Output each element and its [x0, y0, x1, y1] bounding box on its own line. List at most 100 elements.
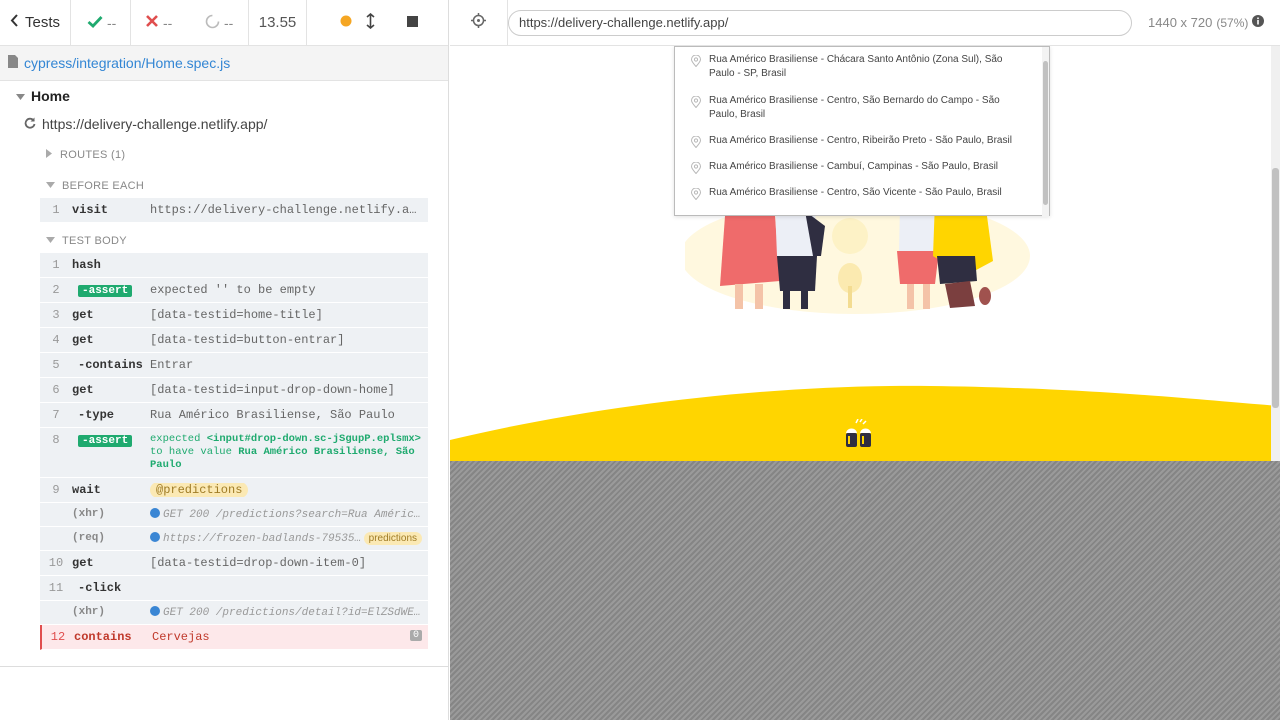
drop-down-item-4[interactable]: Rua Américo Brasiliense - Centro, São Vi…: [691, 186, 1021, 200]
command-message: [data-testid=input-drop-down-home]: [150, 383, 395, 397]
command-name: (req): [72, 532, 106, 544]
reporter-panel: Tests -- -- -- 13.55 cypress/integration…: [0, 0, 449, 720]
beer-mugs-logo-icon: [846, 419, 871, 447]
url-bar[interactable]: https://delivery-challenge.netlify.app/: [508, 9, 1132, 36]
drop-down-item-3[interactable]: Rua Américo Brasiliense - Cambuí, Campin…: [691, 160, 1021, 174]
command-number: 8: [52, 433, 60, 447]
drop-down-item-1[interactable]: Rua Américo Brasiliense - Centro, São Be…: [691, 94, 1021, 122]
command-message: Rua Américo Brasiliense, São Paulo: [150, 408, 395, 422]
test-body-toggle[interactable]: TEST BODY: [40, 229, 428, 253]
check-icon: [87, 15, 103, 31]
command-name: (xhr): [72, 508, 106, 520]
xhr-text: GET 200 /predictions?search=Rua Américo …: [163, 509, 428, 521]
dropdown-scrollbar[interactable]: [1042, 47, 1049, 217]
command-row[interactable]: (xhr) GET 200 /predictions?search=Rua Am…: [40, 503, 428, 527]
command-name: contains: [74, 630, 132, 644]
command-row[interactable]: 1 hash: [40, 253, 428, 278]
alias-badge: @predictions: [150, 483, 249, 497]
viewport-info[interactable]: 1440 x 720 (57%): [1148, 15, 1265, 30]
dropdown-item-text: Rua Américo Brasiliense - Chácara Santo …: [709, 54, 1003, 79]
command-name: get: [72, 556, 94, 570]
command-message: Entrar: [150, 358, 194, 372]
file-icon: [8, 55, 18, 71]
command-row[interactable]: 4 get [data-testid=button-entrar]: [40, 328, 428, 353]
command-row[interactable]: 10 get [data-testid=drop-down-item-0]: [40, 551, 428, 576]
test-title[interactable]: https://delivery-challenge.netlify.app/: [0, 109, 448, 139]
command-row[interactable]: 1 visit https://delivery-challenge.netli…: [40, 198, 428, 223]
reload-icon: [24, 116, 36, 132]
selector-playground-button[interactable]: [450, 0, 508, 46]
passed-value: --: [107, 14, 117, 31]
command-row[interactable]: 9 wait @predictions: [40, 478, 428, 503]
command-message: GET 200 /predictions?search=Rua Américo …: [150, 508, 428, 521]
command-row[interactable]: 8 -assert expected <input#drop-down.sc-j…: [40, 428, 428, 478]
auto-scroll-icon[interactable]: [366, 12, 375, 33]
passed-count: --: [71, 0, 131, 46]
map-pin-icon: [691, 55, 701, 67]
element-count-badge: 0: [409, 630, 422, 641]
page-scrollbar[interactable]: [1271, 46, 1280, 461]
command-message: Cervejas: [152, 630, 210, 644]
suite-title[interactable]: Home: [0, 83, 448, 109]
address-dropdown[interactable]: Rua Américo Brasiliense - Chácara Santo …: [674, 46, 1050, 217]
page-scrollbar-thumb[interactable]: [1272, 168, 1279, 408]
failed-value: --: [163, 14, 173, 31]
hook-before-each: BEFORE EACH 1 visit https://delivery-cha…: [40, 174, 428, 223]
dropdown-item-text: Rua Américo Brasiliense - Cambuí, Campin…: [709, 161, 999, 172]
command-message: [data-testid=home-title]: [150, 308, 323, 322]
hook-test-body: TEST BODY 1 hash 2 -assert expected '' t…: [40, 229, 428, 650]
command-number: 9: [52, 483, 60, 497]
test-title-text: https://delivery-challenge.netlify.app/: [42, 116, 268, 132]
crosshair-icon: [471, 12, 486, 33]
pending-count: --: [191, 0, 249, 46]
dropdown-scrollbar-thumb[interactable]: [1043, 61, 1048, 205]
command-row[interactable]: 6 get [data-testid=input-drop-down-home]: [40, 378, 428, 403]
command-row[interactable]: 2 -assert expected '' to be empty: [40, 278, 428, 303]
command-row[interactable]: (req) https://frozen-badlands-79535.hero…: [40, 527, 428, 551]
command-name: get: [72, 383, 94, 397]
test-body-label: TEST BODY: [62, 235, 127, 247]
reporter-header: Tests -- -- -- 13.55: [0, 0, 448, 46]
command-row[interactable]: (xhr) GET 200 /predictions/detail?id=ElZ…: [40, 601, 428, 625]
drop-down-item-0[interactable]: Rua Américo Brasiliense - Chácara Santo …: [691, 53, 1021, 81]
chevron-left-icon: [10, 14, 19, 31]
map-pin-icon: [691, 136, 701, 148]
map-pin-icon: [691, 162, 701, 174]
app-under-test-panel: https://delivery-challenge.netlify.app/ …: [450, 0, 1280, 720]
before-each-toggle[interactable]: BEFORE EACH: [40, 174, 428, 198]
caret-down-icon: [46, 180, 55, 192]
command-number: 11: [48, 581, 64, 595]
command-number: 1: [52, 258, 60, 272]
dropdown-item-text: Rua Américo Brasiliense - Centro, São Be…: [709, 95, 1000, 120]
assert-subject: <input#drop-down.sc-jSgupP.eplsmx>: [206, 433, 421, 445]
duration: 13.55: [249, 0, 307, 46]
command-row[interactable]: 7 -type Rua Américo Brasiliense, São Pau…: [40, 403, 428, 428]
assert-expected: expected: [150, 433, 201, 445]
tests-button[interactable]: Tests: [0, 0, 71, 46]
command-row[interactable]: 5 -contains Entrar: [40, 353, 428, 378]
command-name: hash: [72, 258, 101, 272]
command-message: [data-testid=drop-down-item-0]: [150, 556, 367, 570]
command-message: expected '' to be empty: [150, 283, 316, 297]
command-row[interactable]: 3 get [data-testid=home-title]: [40, 303, 428, 328]
command-number: 6: [52, 383, 60, 397]
spec-file-path[interactable]: cypress/integration/Home.spec.js: [24, 55, 230, 71]
caret-down-icon: [16, 88, 25, 104]
caret-down-icon: [46, 235, 55, 247]
pending-value: --: [224, 14, 234, 31]
drop-down-item-2[interactable]: Rua Américo Brasiliense - Centro, Ribeir…: [691, 134, 1021, 148]
req-text: https://frozen-badlands-79535.herokuapp.…: [163, 533, 364, 545]
routes-toggle[interactable]: ROUTES (1): [40, 143, 428, 167]
xhr-status-dot-icon: [150, 508, 160, 518]
command-name: -click: [78, 581, 122, 595]
aut-header: https://delivery-challenge.netlify.app/ …: [450, 0, 1280, 46]
suite-title-text: Home: [31, 88, 70, 104]
command-row-failed[interactable]: 12 contains Cervejas 0: [40, 625, 428, 650]
xhr-text: GET 200 /predictions/detail?id=ElZSdWEgQ…: [163, 607, 428, 619]
aut-iframe[interactable]: Rua Américo Brasiliense - Chácara Santo …: [450, 46, 1280, 461]
command-message: https://frozen-badlands-79535.herokuapp.…: [150, 532, 428, 545]
stop-button[interactable]: [387, 0, 437, 46]
command-row[interactable]: 11 -click: [40, 576, 428, 601]
tests-label: Tests: [25, 14, 61, 31]
map-pin-icon: [691, 96, 701, 108]
